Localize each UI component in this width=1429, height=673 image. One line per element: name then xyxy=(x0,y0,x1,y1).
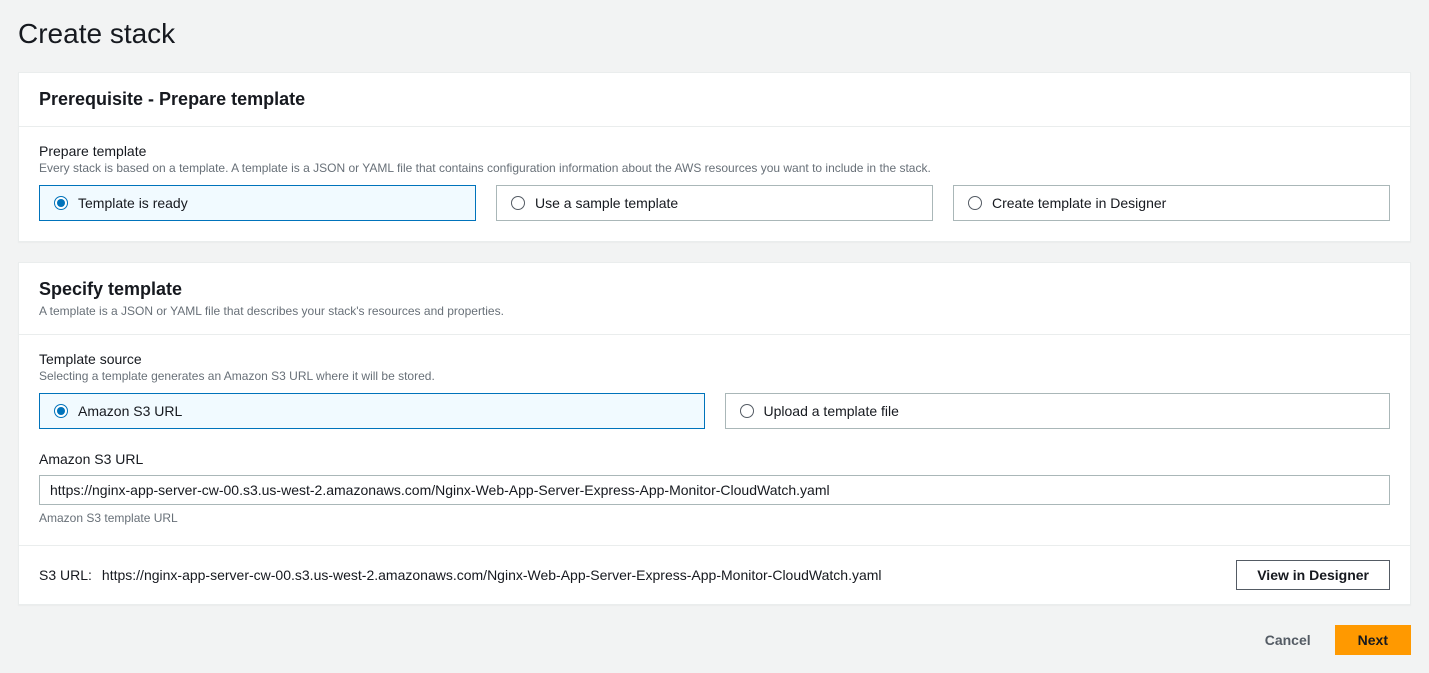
s3-url-prefix: S3 URL: xyxy=(39,567,92,583)
template-source-desc: Selecting a template generates an Amazon… xyxy=(39,369,1390,383)
radio-icon xyxy=(54,196,68,210)
tile-create-designer[interactable]: Create template in Designer xyxy=(953,185,1390,221)
tile-label: Upload a template file xyxy=(764,403,899,419)
panel-subtitle: A template is a JSON or YAML file that d… xyxy=(39,304,1390,318)
template-source-tiles: Amazon S3 URL Upload a template file xyxy=(39,393,1390,429)
prepare-template-desc: Every stack is based on a template. A te… xyxy=(39,161,1390,175)
tile-upload-file[interactable]: Upload a template file xyxy=(725,393,1391,429)
radio-icon xyxy=(968,196,982,210)
radio-icon xyxy=(511,196,525,210)
panel-body: Template source Selecting a template gen… xyxy=(19,335,1410,545)
template-source-label: Template source xyxy=(39,351,1390,367)
tile-label: Template is ready xyxy=(78,195,188,211)
s3-url-help: Amazon S3 template URL xyxy=(39,511,1390,525)
s3-url-input[interactable] xyxy=(39,475,1390,505)
s3-url-label: Amazon S3 URL xyxy=(39,451,1390,467)
next-button[interactable]: Next xyxy=(1335,625,1411,655)
s3-url-display: S3 URL: https://nginx-app-server-cw-00.s… xyxy=(39,567,1224,583)
tile-label: Create template in Designer xyxy=(992,195,1166,211)
radio-icon xyxy=(54,404,68,418)
prepare-template-label: Prepare template xyxy=(39,143,1390,159)
page-title: Create stack xyxy=(18,0,1411,72)
specify-template-panel: Specify template A template is a JSON or… xyxy=(18,262,1411,605)
panel-title: Specify template xyxy=(39,279,1390,300)
wizard-actions: Cancel Next xyxy=(18,625,1411,655)
panel-title: Prerequisite - Prepare template xyxy=(39,89,1390,110)
view-in-designer-button[interactable]: View in Designer xyxy=(1236,560,1390,590)
panel-body: Prepare template Every stack is based on… xyxy=(19,127,1410,241)
radio-icon xyxy=(740,404,754,418)
panel-header: Specify template A template is a JSON or… xyxy=(19,263,1410,335)
prerequisite-panel: Prerequisite - Prepare template Prepare … xyxy=(18,72,1411,242)
tile-s3-url[interactable]: Amazon S3 URL xyxy=(39,393,705,429)
tile-sample-template[interactable]: Use a sample template xyxy=(496,185,933,221)
panel-header: Prerequisite - Prepare template xyxy=(19,73,1410,127)
panel-footer: S3 URL: https://nginx-app-server-cw-00.s… xyxy=(19,545,1410,604)
tile-template-ready[interactable]: Template is ready xyxy=(39,185,476,221)
cancel-button[interactable]: Cancel xyxy=(1255,626,1321,654)
tile-label: Amazon S3 URL xyxy=(78,403,182,419)
prepare-template-tiles: Template is ready Use a sample template … xyxy=(39,185,1390,221)
tile-label: Use a sample template xyxy=(535,195,678,211)
s3-url-value: https://nginx-app-server-cw-00.s3.us-wes… xyxy=(102,567,882,583)
